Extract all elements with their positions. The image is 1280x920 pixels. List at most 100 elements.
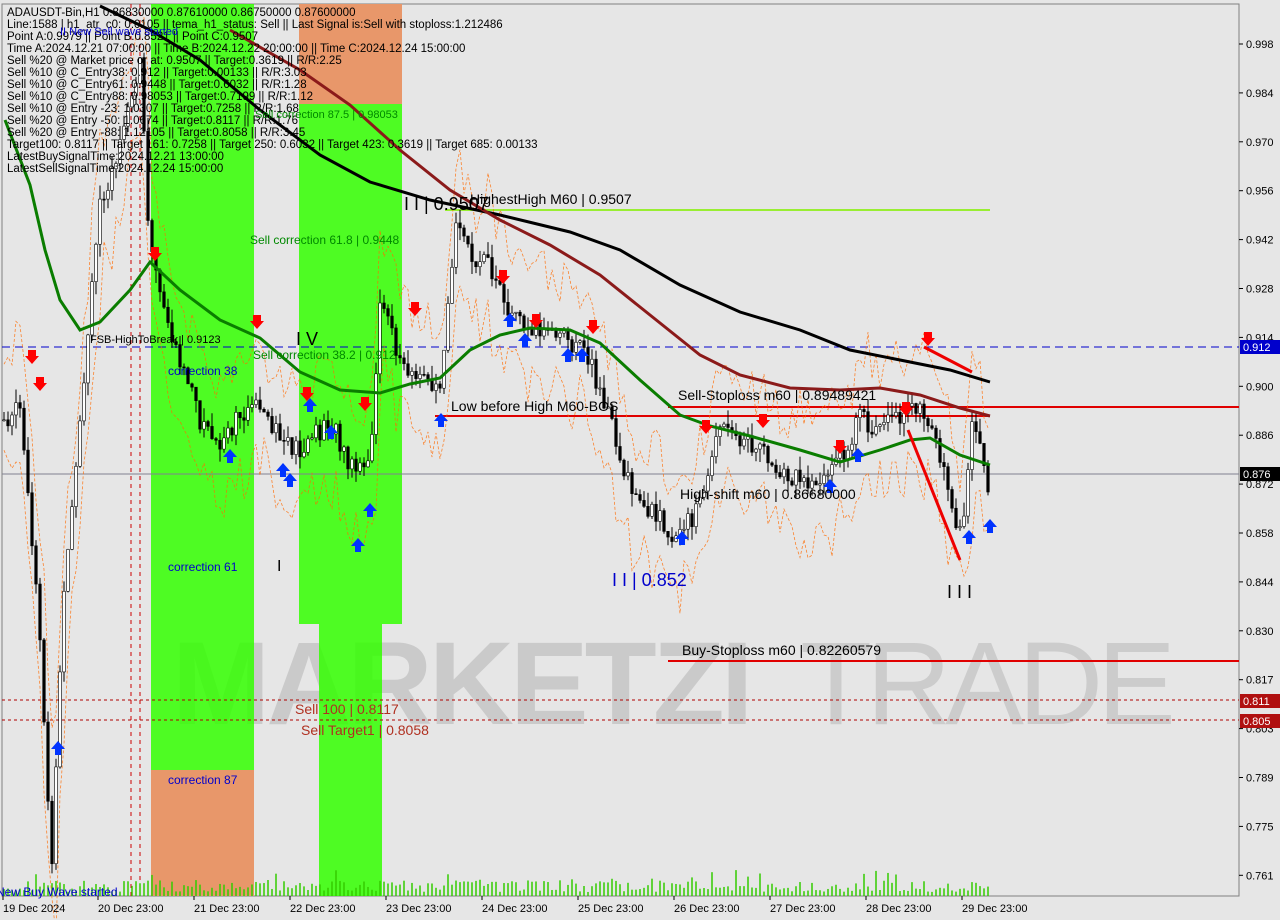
- low-before-high-label: Low before High M60-BOS: [451, 398, 618, 414]
- candle-body: [62, 590, 66, 673]
- candle-body: [910, 403, 914, 407]
- candle-body: [6, 419, 10, 427]
- candle-body: [218, 439, 222, 450]
- price-label: 0.761: [1246, 870, 1274, 882]
- sell-correction-38-label: Sell correction 38.2 | 0.912: [253, 348, 396, 362]
- candle-body: [682, 528, 686, 531]
- candle-body: [198, 400, 202, 430]
- price-label: 0.886: [1246, 430, 1274, 442]
- candle-body: [38, 583, 42, 641]
- time-axis: 19 Dec 2024 20 Dec 23:00 21 Dec 23:00 22 De…: [2, 896, 1027, 915]
- candle-body: [426, 374, 430, 380]
- zone-green-3: [319, 624, 382, 896]
- candle-body: [694, 503, 698, 527]
- candle-body: [66, 549, 70, 592]
- candle-body: [946, 466, 950, 490]
- candle-body: [766, 446, 770, 464]
- candle-body: [26, 449, 30, 494]
- candle-body: [490, 257, 494, 280]
- candle-body: [942, 462, 946, 467]
- candle-body: [798, 469, 802, 483]
- candle-body: [654, 503, 658, 522]
- candle-body: [726, 423, 730, 428]
- candle-body: [234, 412, 238, 436]
- candle-body: [574, 341, 578, 353]
- candle-body: [230, 427, 234, 436]
- price-axis: 0.9980.9840.9700.9560.9420.9280.9140.900…: [1239, 0, 1280, 920]
- candle-body: [286, 437, 290, 442]
- candle-body: [30, 492, 34, 547]
- candle-body: [786, 468, 790, 482]
- time-label: 23 Dec 23:00: [386, 903, 451, 915]
- candle-body: [450, 266, 454, 304]
- candle-body: [14, 402, 18, 416]
- candle-body: [594, 358, 598, 389]
- candle-body: [478, 261, 482, 268]
- new-buy-wave-label: New Buy Wave started: [0, 885, 118, 899]
- candle-body: [262, 408, 266, 413]
- candle-body: [226, 427, 230, 439]
- price-chart[interactable]: MARKETZI TRADE ADAUSDT-Bin,H1 0.86830000: [0, 0, 1280, 920]
- high-shift-label: High-shift m60 | 0.86680000: [680, 486, 856, 502]
- candle-body: [382, 302, 386, 309]
- time-label: 29 Dec 23:00: [962, 903, 1027, 915]
- candle-body: [914, 403, 918, 414]
- price-label: 0.789: [1246, 773, 1274, 785]
- buy-stoploss-label: Buy-Stoploss m60 | 0.82260579: [682, 642, 881, 658]
- candle-body: [814, 480, 818, 486]
- candle-body: [514, 311, 518, 314]
- candle-body: [922, 403, 926, 419]
- candle-body: [302, 452, 306, 458]
- candle-body: [342, 446, 346, 452]
- candle-body: [46, 721, 50, 802]
- candle-body: [962, 515, 966, 527]
- zone-green-2: [299, 104, 402, 624]
- candle-body: [42, 639, 46, 723]
- candle-body: [354, 458, 358, 472]
- candle-body: [886, 414, 890, 423]
- candle-body: [162, 291, 166, 308]
- candle-body: [618, 446, 622, 461]
- candle-body: [22, 407, 26, 451]
- point-b-label: I I | 0.852: [612, 570, 687, 590]
- current-price-tag: 0.876: [1243, 469, 1271, 481]
- price-label: 0.998: [1246, 39, 1274, 51]
- candle-body: [778, 472, 782, 478]
- candle-body: [630, 472, 634, 494]
- candle-body: [826, 474, 830, 477]
- candle-body: [318, 424, 322, 441]
- candle-body: [930, 425, 934, 429]
- roman-iv-label: I V: [296, 329, 318, 349]
- candle-body: [258, 399, 262, 410]
- candle-body: [10, 414, 14, 427]
- candle-body: [398, 355, 402, 359]
- candle-body: [422, 373, 426, 376]
- correction-38-label: correction 38: [168, 364, 238, 378]
- price-label: 0.844: [1246, 577, 1274, 589]
- candle-body: [898, 411, 902, 424]
- candle-body: [782, 468, 786, 478]
- candle-body: [306, 438, 310, 453]
- candle-body: [86, 334, 90, 384]
- fsb-high-label: FSB-HighToBreak | 0.9123: [90, 334, 221, 346]
- candle-body: [686, 513, 690, 530]
- candle-body: [658, 510, 662, 522]
- info-line: Sell %10 @ C_Entry38: 0.912 || Target:0.…: [7, 67, 307, 79]
- candle-body: [338, 423, 342, 452]
- candle-body: [818, 483, 822, 486]
- candle-body: [210, 426, 214, 439]
- candle-body: [770, 462, 774, 466]
- candle-body: [614, 418, 618, 447]
- candle-body: [486, 254, 490, 258]
- time-label: 26 Dec 23:00: [674, 903, 739, 915]
- candle-body: [494, 278, 498, 281]
- candle-body: [222, 437, 226, 450]
- candle-body: [858, 409, 862, 418]
- candle-body: [214, 438, 218, 441]
- candle-body: [190, 383, 194, 388]
- candle-body: [790, 480, 794, 486]
- candle-body: [878, 424, 882, 427]
- correction-87-5-label: Sell correction 87.5 | 0.98053: [255, 109, 398, 121]
- candle-body: [926, 418, 930, 427]
- candle-body: [482, 254, 486, 263]
